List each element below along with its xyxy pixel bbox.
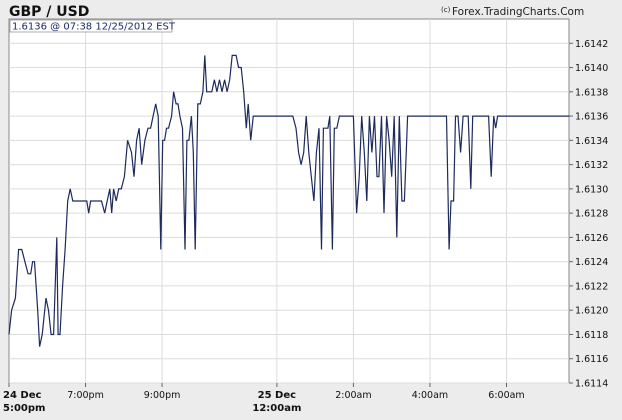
x-tick-label: 25 Dec (258, 390, 296, 401)
y-tick-label: 1.6122 (575, 281, 608, 292)
copyright-symbol: (c) (441, 6, 451, 14)
y-tick-label: 1.6124 (575, 257, 608, 268)
y-tick-label: 1.6116 (575, 354, 608, 365)
y-tick-label: 1.6142 (575, 39, 608, 50)
x-tick-label-sub: 12:00am (252, 403, 301, 414)
y-tick-label: 1.6114 (575, 379, 608, 390)
y-tick-label: 1.6120 (575, 306, 608, 317)
y-tick-label: 1.6138 (575, 87, 608, 98)
x-tick-label: 4:00am (412, 390, 448, 401)
chart-source: Forex.TradingCharts.Com (452, 6, 584, 18)
y-tick-label: 1.6140 (575, 63, 608, 74)
y-tick-label: 1.6126 (575, 233, 608, 244)
y-tick-label: 1.6134 (575, 136, 608, 147)
x-tick-label: 6:00am (488, 390, 524, 401)
x-tick-label: 7:00pm (67, 390, 104, 401)
x-tick-label-sub: 5:00pm (3, 403, 45, 414)
price-chart: GBP / USD (c) Forex.TradingCharts.Com 1.… (3, 4, 608, 414)
quote-stamp: 1.6136 @ 07:38 12/25/2012 EST (12, 22, 176, 33)
chart-title: GBP / USD (9, 4, 89, 20)
y-axis: 1.6114 1.6116 1.6118 1.6120 1.6122 1.6124 1.61… (569, 39, 608, 390)
y-tick-label: 1.6128 (575, 209, 608, 220)
y-tick-label: 1.6118 (575, 330, 608, 341)
x-tick-label: 9:00pm (144, 390, 181, 401)
x-axis: 24 Dec 5:00pm 7:00pm 9:00pm 25 Dec 12:00am 2:0… (3, 383, 525, 414)
y-tick-label: 1.6130 (575, 184, 608, 195)
x-tick-label: 2:00am (335, 390, 371, 401)
y-tick-label: 1.6136 (575, 112, 608, 123)
y-tick-label: 1.6132 (575, 160, 608, 171)
x-tick-label: 24 Dec (3, 390, 41, 401)
